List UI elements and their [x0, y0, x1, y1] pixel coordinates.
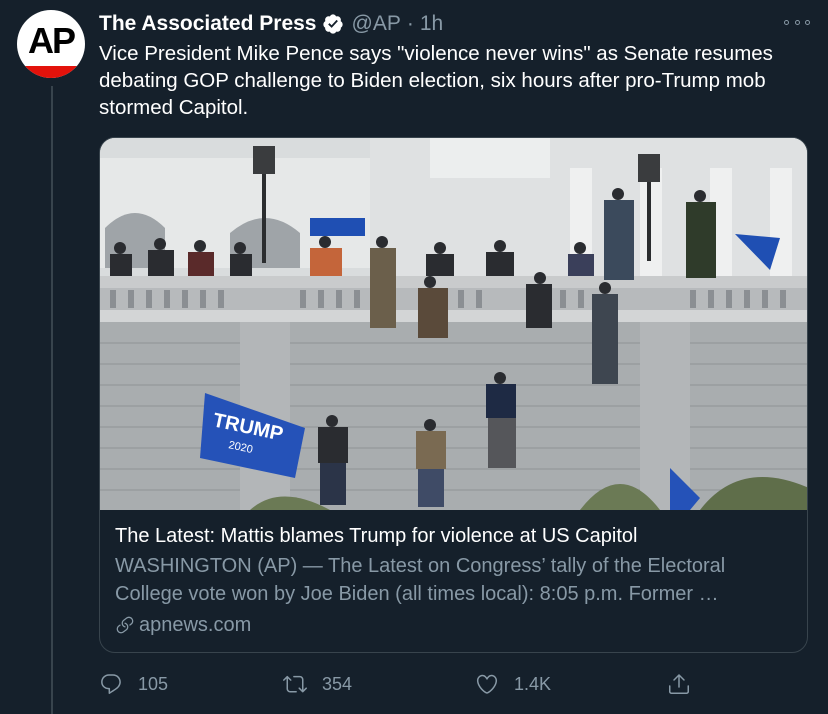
- capitol-photo-illustration: TRUMP 2020: [100, 138, 807, 510]
- retweet-icon: [283, 675, 307, 693]
- retweet-button[interactable]: 354: [283, 666, 352, 702]
- reply-icon: [101, 674, 121, 694]
- heart-icon: [476, 674, 498, 694]
- verified-badge-icon: [322, 14, 343, 34]
- card-image[interactable]: TRUMP 2020: [100, 138, 807, 510]
- link-icon: [116, 616, 134, 634]
- tweet[interactable]: AP The Associated Press @AP · 1h Vice Pr…: [0, 0, 828, 714]
- display-name[interactable]: The Associated Press: [99, 12, 317, 36]
- tweet-header: The Associated Press @AP · 1h: [99, 10, 443, 38]
- retweet-count: 354: [322, 673, 353, 694]
- timestamp[interactable]: 1h: [420, 12, 443, 36]
- tweet-actions: 105 354 1.4K: [99, 666, 719, 702]
- avatar-red-bar: [17, 66, 85, 78]
- card-title[interactable]: The Latest: Mattis blames Trump for viol…: [115, 522, 795, 550]
- link-card[interactable]: TRUMP 2020 The Latest: Mattis blames Tru…: [99, 137, 808, 653]
- avatar-logo-text: AP: [27, 20, 76, 61]
- share-icon: [669, 674, 689, 694]
- like-count: 1.4K: [514, 673, 552, 694]
- header-separator: ·: [406, 12, 414, 35]
- card-description: WASHINGTON (AP) — The Latest on Congress…: [115, 555, 726, 605]
- handle[interactable]: @AP: [352, 12, 401, 36]
- reply-button[interactable]: 105: [99, 666, 168, 702]
- card-body[interactable]: The Latest: Mattis blames Trump for viol…: [115, 522, 795, 639]
- card-domain: apnews.com: [115, 611, 795, 639]
- avatar[interactable]: AP: [17, 10, 85, 78]
- tweet-text: Vice President Mike Pence says "violence…: [99, 42, 773, 119]
- reply-count: 105: [138, 673, 169, 694]
- like-button[interactable]: 1.4K: [475, 666, 551, 702]
- thread-line: [51, 86, 53, 714]
- share-button[interactable]: [667, 666, 706, 702]
- card-domain-text: apnews.com: [139, 614, 252, 636]
- more-options-icon[interactable]: [784, 12, 810, 32]
